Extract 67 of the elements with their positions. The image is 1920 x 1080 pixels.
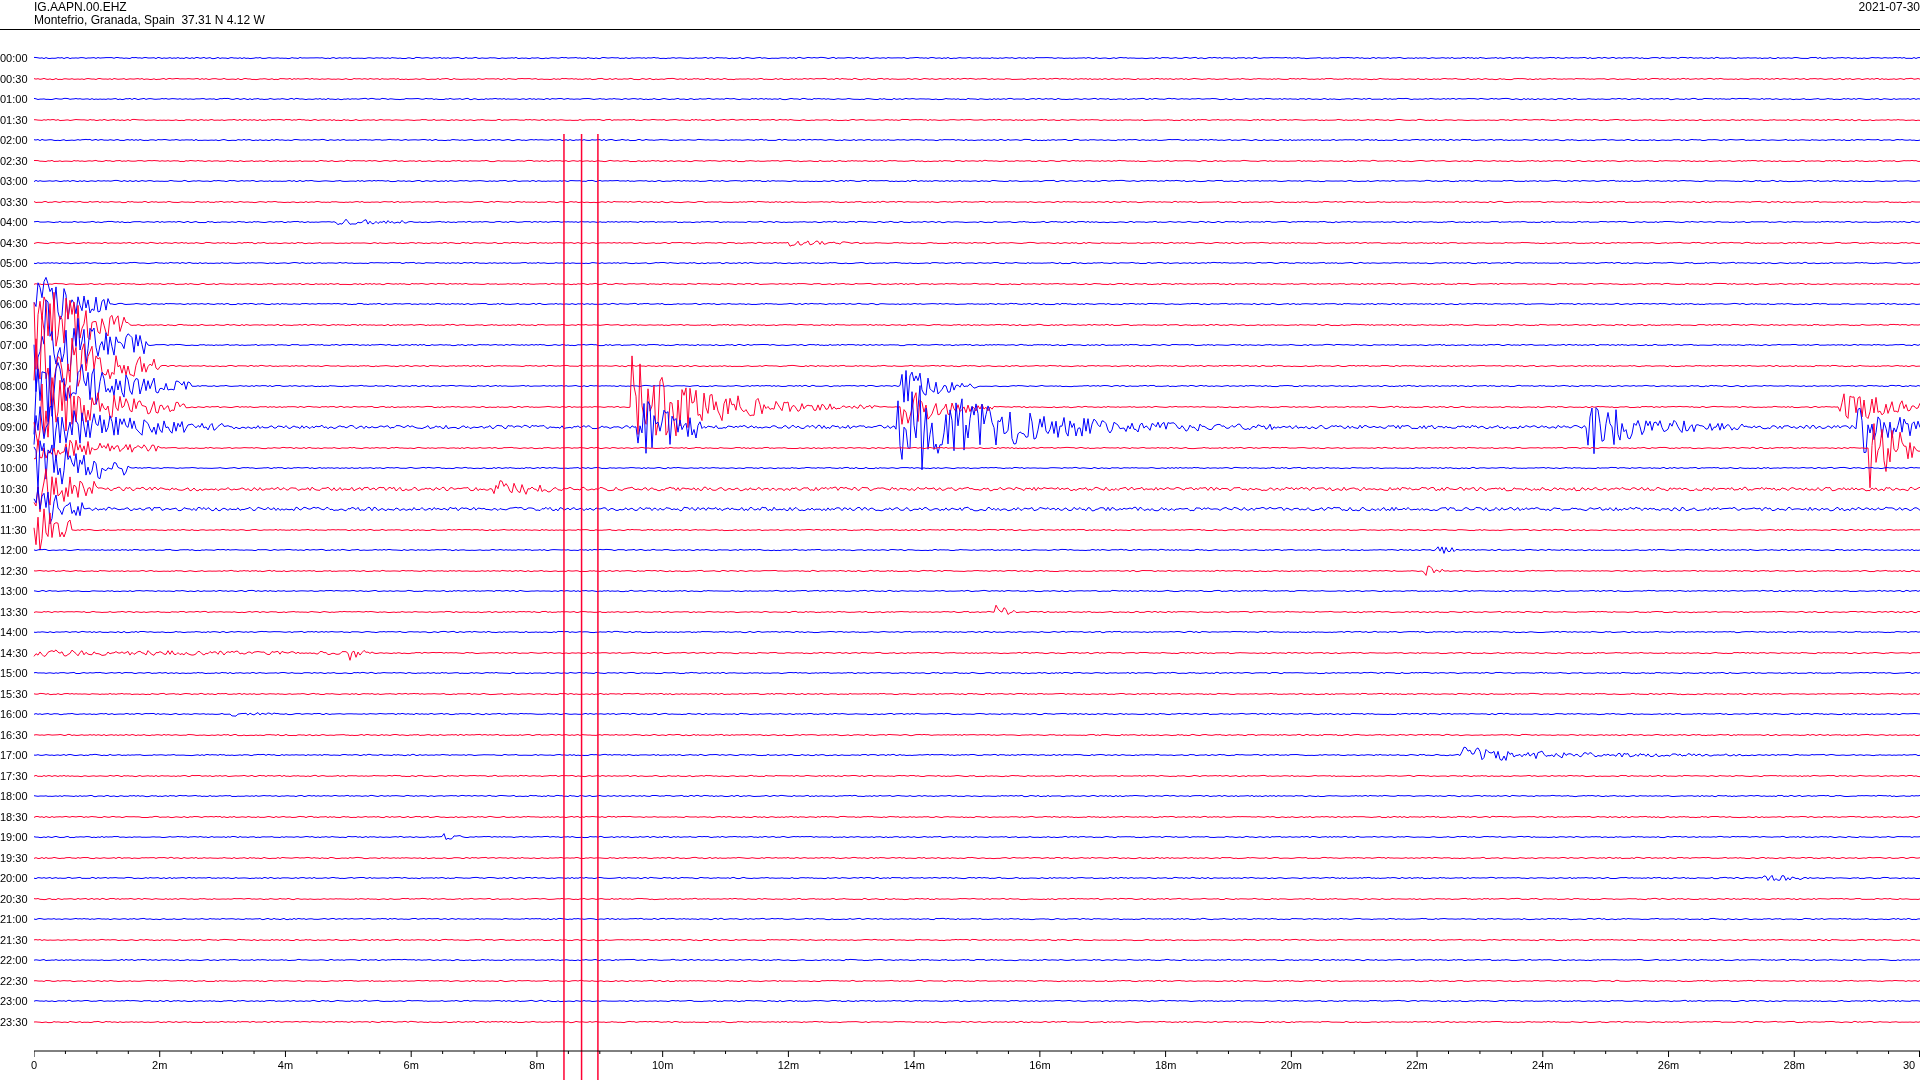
axis-label: 8m [529,1059,545,1071]
time-label: 17:30 [0,769,29,782]
time-label: 20:30 [0,892,29,905]
time-label: 21:00 [0,913,29,926]
time-label: 11:30 [0,523,28,536]
time-label: 02:00 [0,134,29,147]
plot-date: 2021-07-30 [1858,1,1920,16]
time-label: 12:30 [0,564,29,577]
time-label: 03:30 [0,195,29,208]
axis-label: 18m [1154,1059,1177,1071]
time-label: 05:00 [0,257,29,270]
time-label: 00:30 [0,72,29,85]
time-label: 12:00 [0,544,29,557]
time-label: 11:00 [0,503,28,516]
axis-label: 12m [777,1059,800,1071]
time-label: 08:00 [0,380,29,393]
time-label: 19:30 [0,851,29,864]
axis-label: 16m [1029,1059,1051,1071]
time-label: 04:00 [0,216,29,229]
time-label: 23:00 [0,995,29,1008]
time-label: 07:30 [0,359,29,372]
station-code: IG.AAPN.00.EHZ [34,1,128,14]
time-label: 21:30 [0,933,29,946]
time-label: 03:00 [0,175,29,188]
time-label: 06:00 [0,298,29,311]
time-label: 07:00 [0,339,29,352]
time-label: 14:30 [0,646,29,659]
station-location: Montefrio, Granada, Spain 37.31 N 4.12 W [34,14,265,27]
time-label: 22:00 [0,954,29,967]
axis-label: 2m [152,1059,168,1071]
axis-label: 14m [903,1059,925,1071]
time-label: 22:30 [0,974,29,987]
time-label: 14:00 [0,626,29,639]
time-label: 18:30 [0,810,29,823]
time-label: 04:30 [0,236,29,249]
axis-label: 4m [277,1059,294,1071]
time-label: 17:00 [0,749,29,762]
time-label: 01:30 [0,113,29,126]
axis-label: 30 [1902,1059,1916,1071]
time-label: 06:30 [0,318,29,331]
axis-label: 28m [1783,1059,1805,1071]
time-label: 01:00 [0,93,29,106]
axis-label: 6m [403,1059,419,1071]
axis-label: 22m [1406,1059,1428,1071]
time-label: 13:30 [0,605,29,618]
time-label: 16:30 [0,728,29,741]
time-label: 20:00 [0,872,29,885]
time-label: 15:00 [0,667,29,680]
axis-label: 10m [651,1059,674,1071]
axis-label: 0 [30,1059,38,1071]
time-label: 10:30 [0,482,29,495]
time-label: 02:30 [0,154,29,167]
axis-label: 24m [1532,1059,1554,1071]
time-label: 10:00 [0,462,29,475]
time-label: 13:00 [0,585,29,598]
time-label: 09:00 [0,421,29,434]
time-label: 09:30 [0,441,29,454]
axis-label: 26m [1657,1059,1680,1071]
time-label: 00:00 [0,52,29,65]
time-label: 18:00 [0,790,29,803]
time-label: 16:00 [0,708,29,721]
time-label: 23:30 [0,1015,29,1028]
axis-label: 20m [1280,1059,1303,1071]
time-label: 19:00 [0,831,29,844]
time-label: 05:30 [0,277,29,290]
time-label: 08:30 [0,400,29,413]
time-label: 15:30 [0,687,29,700]
